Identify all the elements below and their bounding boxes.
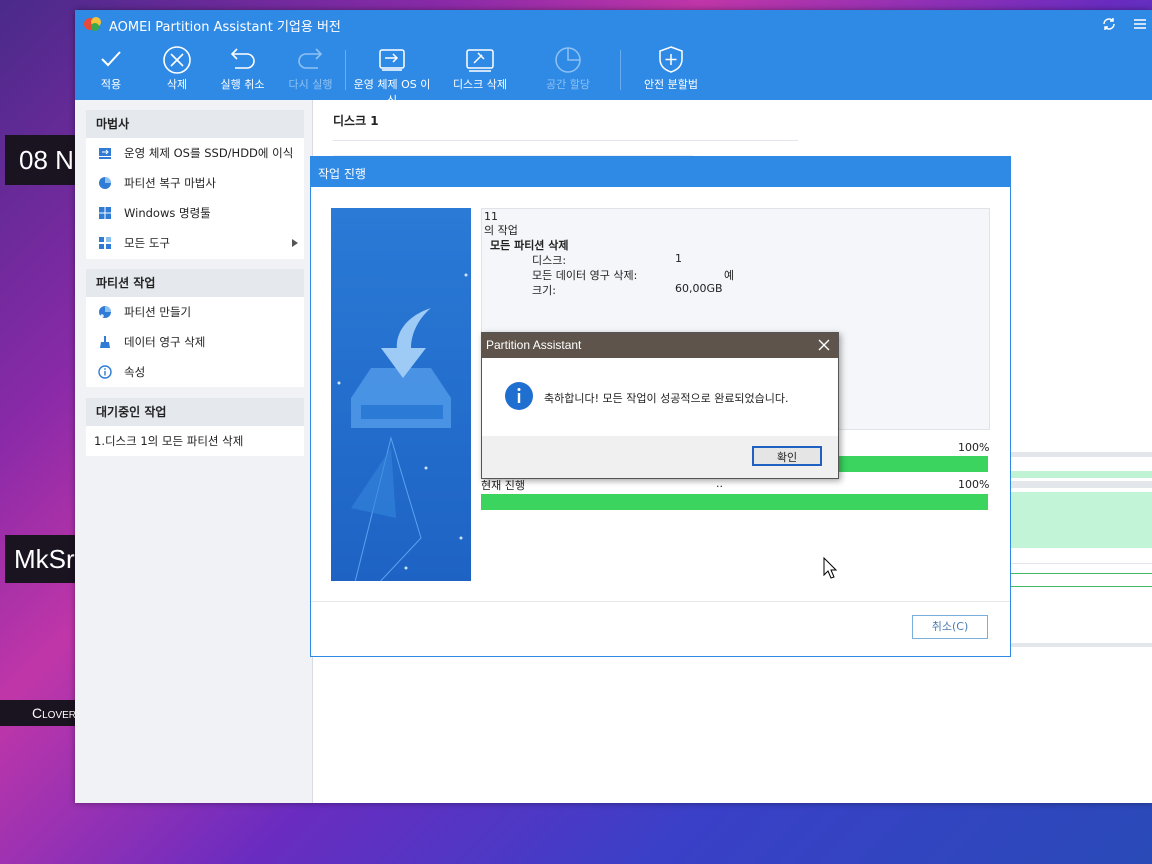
sidebar-item-all-tools[interactable]: 모든 도구 bbox=[86, 228, 304, 258]
info-icon bbox=[98, 365, 112, 379]
disk-label: 디스크 1 bbox=[333, 114, 379, 128]
current-percent: 100% bbox=[958, 478, 990, 491]
pending-section: 대기중인 작업 1.디스크 1의 모든 파티션 삭제 bbox=[86, 398, 304, 456]
desktop-label-2: MkSr bbox=[5, 535, 75, 583]
safe-partition-button[interactable]: 안전 분할법 bbox=[637, 42, 705, 92]
partition-line bbox=[1010, 643, 1152, 647]
disk-header-divider bbox=[333, 140, 798, 141]
toolbar-separator bbox=[345, 50, 346, 90]
sidebar-item-properties[interactable]: 속성 bbox=[86, 357, 304, 387]
log-wipe-label: 모든 데이터 영구 삭제: bbox=[532, 269, 638, 282]
app-logo-icon bbox=[84, 17, 101, 31]
redo-button[interactable]: 다시 실행 bbox=[283, 42, 338, 92]
refresh-icon[interactable] bbox=[1101, 16, 1117, 32]
pending-item[interactable]: 1.디스크 1의 모든 파티션 삭제 bbox=[86, 426, 304, 456]
current-progress-fill bbox=[481, 494, 988, 510]
sidebar-item-wipe-data[interactable]: 데이터 영구 삭제 bbox=[86, 327, 304, 357]
partition-block bbox=[1010, 492, 1152, 548]
redo-icon bbox=[298, 48, 323, 69]
partition-ops-header: 파티션 작업 bbox=[86, 269, 304, 297]
progress-dialog-title: 작업 진행 bbox=[318, 167, 366, 181]
wipe-disk-icon bbox=[466, 49, 494, 72]
shield-icon bbox=[659, 46, 683, 73]
log-size-value: 60,00GB bbox=[675, 282, 723, 295]
chevron-right-icon bbox=[292, 239, 298, 247]
current-label: 현재 진행 bbox=[481, 479, 525, 492]
sidebar-item-partition-recovery[interactable]: 파티션 복구 마법사 bbox=[86, 168, 304, 198]
partition-bar-track bbox=[1010, 452, 1152, 457]
message-box-footer: 확인 bbox=[482, 436, 838, 478]
broom-icon bbox=[100, 336, 110, 348]
mouse-cursor-icon bbox=[823, 557, 837, 579]
create-partition-icon bbox=[99, 306, 111, 318]
title-bar: AOMEI Partition Assistant 기업용 버전 bbox=[75, 10, 1152, 38]
close-icon[interactable] bbox=[818, 339, 830, 351]
wizard-header: 마법사 bbox=[86, 110, 304, 138]
sidebar-item-windows-tool[interactable]: Windows 명령툴 bbox=[86, 198, 304, 228]
migrate-os-icon bbox=[379, 49, 405, 71]
partition-ops-section: 파티션 작업 파티션 만들기 데이터 영구 삭제 속성 bbox=[86, 269, 304, 387]
download-icon bbox=[337, 273, 468, 581]
partition-recovery-icon bbox=[99, 177, 111, 189]
delete-circle-icon bbox=[163, 46, 191, 74]
log-wipe-value: 예 bbox=[724, 269, 735, 282]
log-disk-value: 1 bbox=[675, 252, 682, 265]
wipe-disk-button[interactable]: 디스크 삭제 bbox=[447, 42, 513, 92]
window-title: AOMEI Partition Assistant 기업용 버전 bbox=[109, 20, 341, 35]
partition-line-green bbox=[1010, 573, 1152, 587]
message-text: 축하합니다! 모든 작업이 성공적으로 완료되었습니다. bbox=[544, 392, 789, 405]
undo-button[interactable]: 실행 취소 bbox=[215, 42, 270, 92]
apply-button[interactable]: 적용 bbox=[89, 42, 133, 92]
migrate-os-button[interactable]: 운영 체제 OS 이식 bbox=[349, 42, 435, 108]
log-disk-label: 디스크: bbox=[532, 254, 567, 267]
log-size-label: 크기: bbox=[532, 284, 556, 297]
pie-chart-icon bbox=[555, 47, 581, 73]
message-box-title: Partition Assistant bbox=[486, 338, 582, 352]
sidebar-item-create-partition[interactable]: 파티션 만들기 bbox=[86, 297, 304, 327]
partition-bar-strip bbox=[1010, 481, 1152, 488]
toolbar-separator bbox=[620, 50, 621, 90]
wizard-section: 마법사 운영 체제 OS를 SSD/HDD에 이식 파티션 복구 마법사 Win… bbox=[86, 110, 304, 259]
info-icon bbox=[505, 382, 533, 410]
menu-icon[interactable] bbox=[1132, 16, 1148, 32]
partition-line bbox=[1010, 563, 1152, 564]
check-icon bbox=[101, 51, 121, 67]
ok-button[interactable]: 확인 bbox=[752, 446, 822, 466]
progress-dialog-title-bar: 작업 진행 bbox=[311, 157, 1010, 187]
log-op-title: 모든 파티션 삭제 bbox=[490, 239, 569, 252]
all-tools-icon bbox=[99, 237, 111, 249]
partition-bar-green bbox=[1010, 471, 1152, 478]
success-message-box: Partition Assistant 축하합니다! 모든 작업이 성공적으로 … bbox=[481, 332, 839, 479]
pending-header: 대기중인 작업 bbox=[86, 398, 304, 426]
delete-button[interactable]: 삭제 bbox=[155, 42, 199, 92]
allocate-space-button[interactable]: 공간 할당 bbox=[540, 42, 596, 92]
sidebar-item-migrate-os[interactable]: 운영 체제 OS를 SSD/HDD에 이식 bbox=[86, 138, 304, 168]
cancel-button[interactable]: 취소(C) bbox=[912, 615, 988, 639]
toolbar: 적용 삭제 실행 취소 다시 실행 운영 체제 OS 이식 디스크 삭제 공간 … bbox=[75, 38, 1152, 107]
log-line-2: 의 작업 bbox=[484, 224, 518, 237]
migrate-os-icon bbox=[99, 148, 111, 159]
message-box-title-bar: Partition Assistant bbox=[482, 333, 838, 358]
overall-percent: 100% bbox=[958, 441, 990, 454]
dialog-footer-divider bbox=[311, 601, 1010, 602]
download-illustration bbox=[331, 208, 471, 581]
sidebar: 마법사 운영 체제 OS를 SSD/HDD에 이식 파티션 복구 마법사 Win… bbox=[75, 100, 313, 803]
undo-icon bbox=[230, 48, 255, 69]
desktop-label-1: 08 N bbox=[5, 135, 75, 185]
current-progress-track bbox=[481, 494, 988, 510]
desktop-label-3: Clover bbox=[0, 700, 76, 726]
windows-icon bbox=[99, 207, 111, 219]
